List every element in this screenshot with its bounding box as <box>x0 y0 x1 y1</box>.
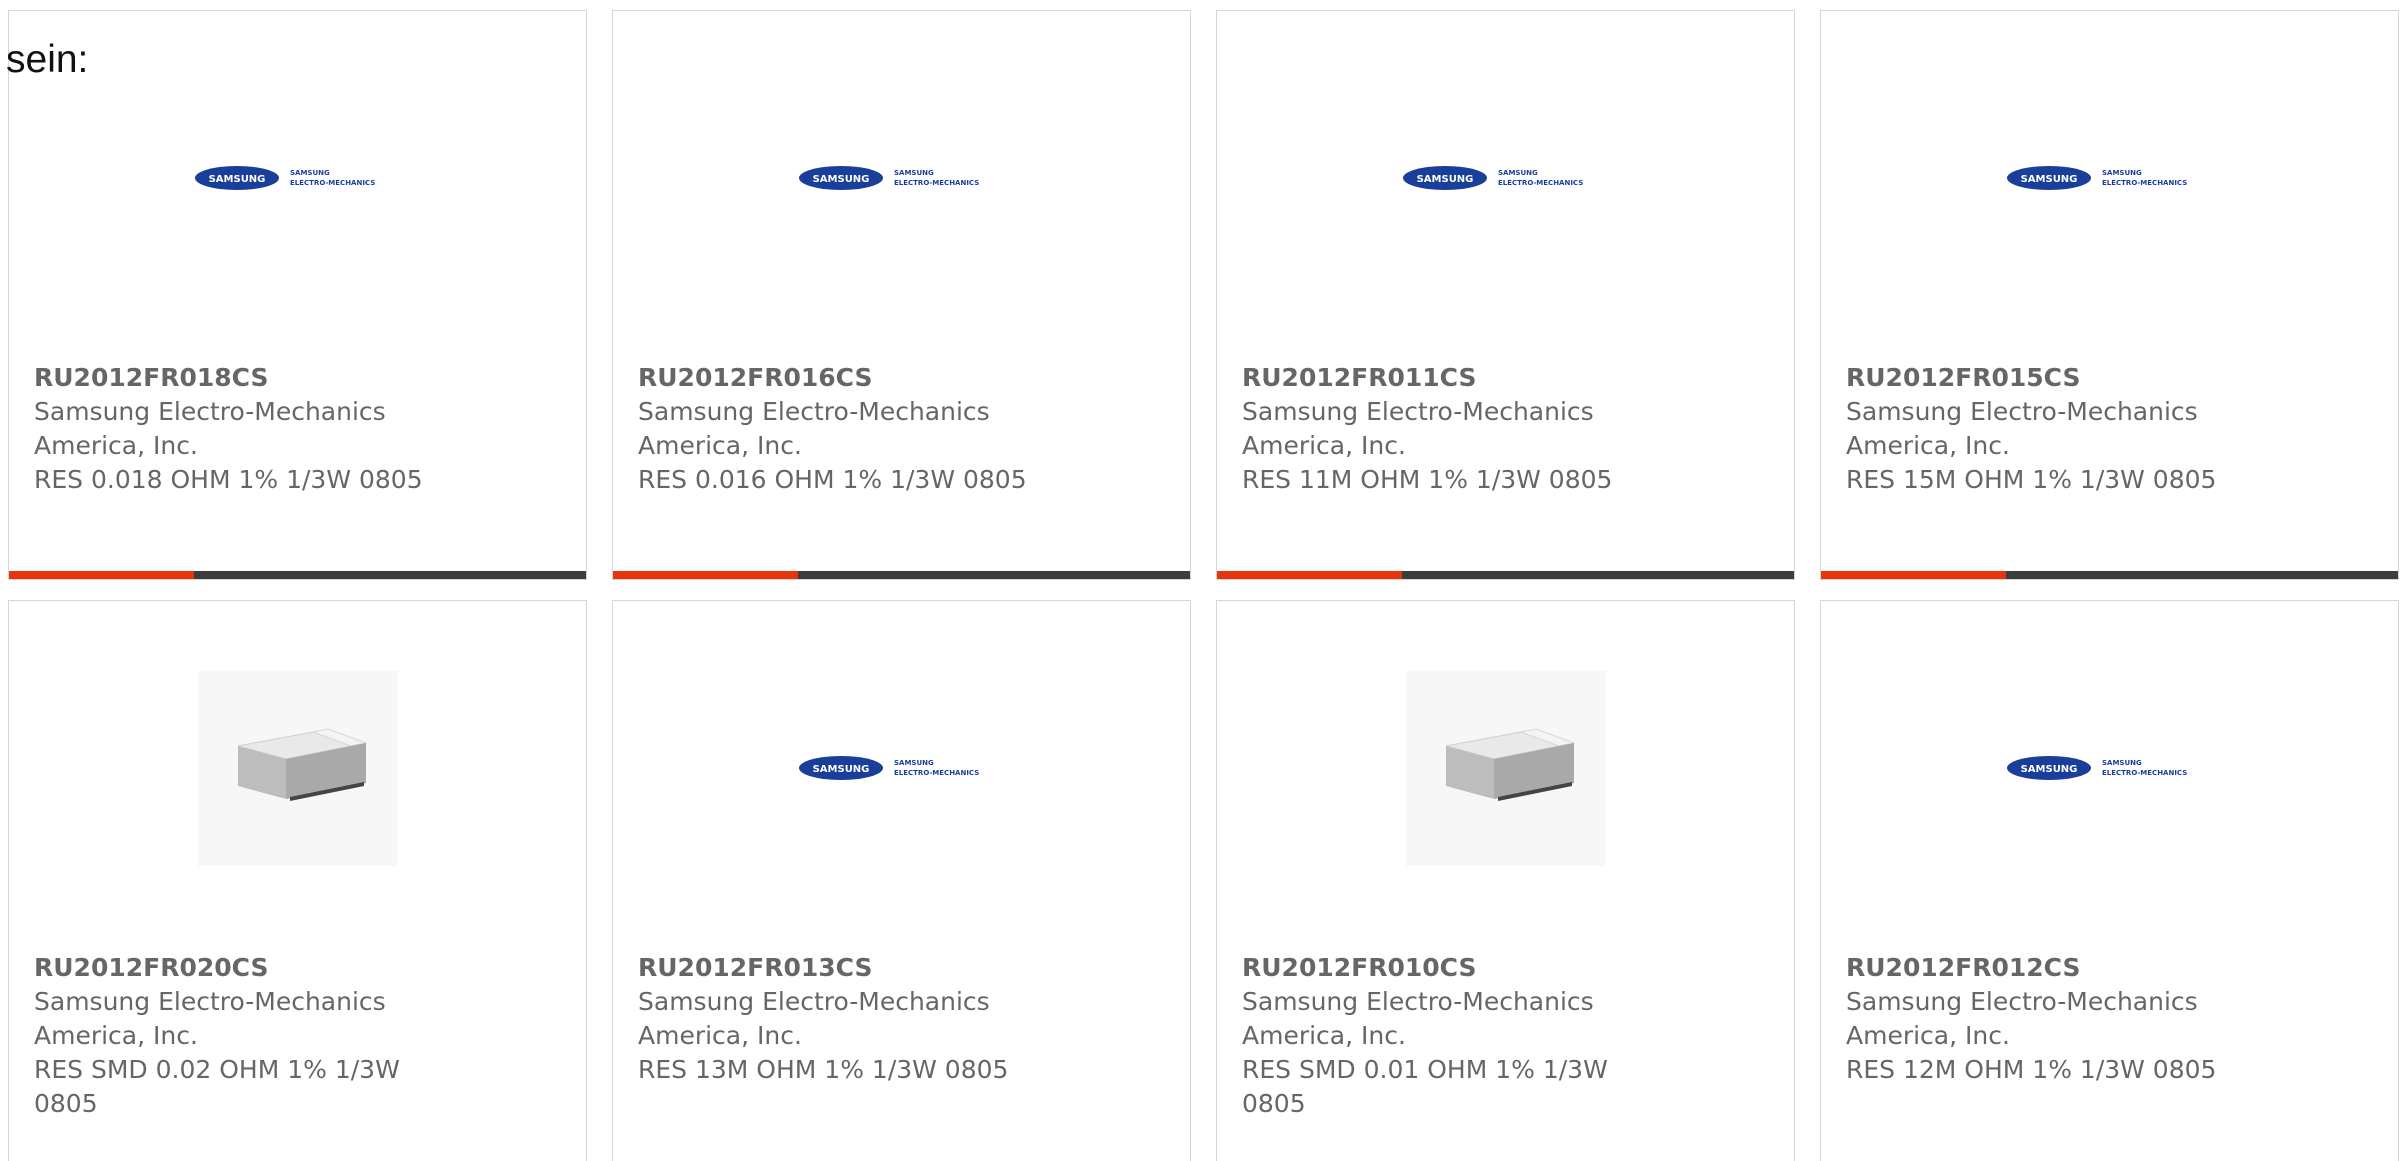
manufacturer: Samsung Electro-Mechanics America, Inc. <box>34 987 386 1050</box>
card-progress-bar <box>9 571 586 579</box>
manufacturer: Samsung Electro-Mechanics America, Inc. <box>638 987 990 1050</box>
samsung-logo-icon: SAMSUNG SAMSUNG ELECTRO-MECHANICS <box>2007 166 2187 190</box>
product-card[interactable]: SAMSUNG SAMSUNG ELECTRO-MECHANICS RU2012FR… <box>1216 10 1795 580</box>
card-progress-accent <box>9 571 194 579</box>
manufacturer: Samsung Electro-Mechanics America, Inc. <box>1846 987 2198 1050</box>
product-card[interactable]: SAMSUNG SAMSUNG ELECTRO-MECHANICS RU2012FR… <box>1820 600 2399 1161</box>
manufacturer: Samsung Electro-Mechanics America, Inc. <box>34 397 386 460</box>
product-card[interactable]: SAMSUNG SAMSUNG ELECTRO-MECHANICS RU2012FR… <box>612 600 1191 1161</box>
product-image[interactable] <box>9 668 586 868</box>
svg-text:SAMSUNG: SAMSUNG <box>1498 169 1538 177</box>
product-card[interactable]: SAMSUNG SAMSUNG ELECTRO-MECHANICS RU2012FR… <box>612 10 1191 580</box>
samsung-logo-icon: SAMSUNG SAMSUNG ELECTRO-MECHANICS <box>195 166 375 190</box>
description: RES 15M OHM 1% 1/3W 0805 <box>1846 465 2217 494</box>
card-progress-bar <box>613 571 1190 579</box>
part-number[interactable]: RU2012FR011CS <box>1242 361 1476 395</box>
manufacturer: Samsung Electro-Mechanics America, Inc. <box>638 397 990 460</box>
product-image[interactable]: SAMSUNG SAMSUNG ELECTRO-MECHANICS <box>613 78 1190 278</box>
svg-text:ELECTRO-MECHANICS: ELECTRO-MECHANICS <box>2102 179 2187 187</box>
product-image[interactable]: SAMSUNG SAMSUNG ELECTRO-MECHANICS <box>1821 668 2398 868</box>
svg-text:SAMSUNG: SAMSUNG <box>894 169 934 177</box>
chip-resistor-icon <box>1405 670 1606 866</box>
part-number[interactable]: RU2012FR010CS <box>1242 951 1476 985</box>
product-card[interactable]: SAMSUNG SAMSUNG ELECTRO-MECHANICS RU2012FR… <box>8 10 587 580</box>
svg-text:SAMSUNG: SAMSUNG <box>813 174 870 185</box>
part-number[interactable]: RU2012FR012CS <box>1846 951 2080 985</box>
part-number[interactable]: RU2012FR016CS <box>638 361 872 395</box>
svg-text:ELECTRO-MECHANICS: ELECTRO-MECHANICS <box>894 769 979 777</box>
product-card[interactable]: RU2012FR010CS Samsung Electro-Mechanics … <box>1216 600 1795 1161</box>
product-card[interactable]: RU2012FR020CS Samsung Electro-Mechanics … <box>8 600 587 1161</box>
card-progress-bar <box>1217 571 1794 579</box>
manufacturer: Samsung Electro-Mechanics America, Inc. <box>1846 397 2198 460</box>
svg-text:SAMSUNG: SAMSUNG <box>2021 174 2078 185</box>
svg-text:SAMSUNG: SAMSUNG <box>2102 759 2142 767</box>
card-progress-accent <box>1821 571 2006 579</box>
svg-text:SAMSUNG: SAMSUNG <box>894 759 934 767</box>
part-number[interactable]: RU2012FR013CS <box>638 951 872 985</box>
product-image[interactable]: SAMSUNG SAMSUNG ELECTRO-MECHANICS <box>613 668 1190 868</box>
svg-text:SAMSUNG: SAMSUNG <box>1417 174 1474 185</box>
description: RES 13M OHM 1% 1/3W 0805 <box>638 1055 1009 1084</box>
svg-text:ELECTRO-MECHANICS: ELECTRO-MECHANICS <box>1498 179 1583 187</box>
description: RES 11M OHM 1% 1/3W 0805 <box>1242 465 1613 494</box>
svg-text:SAMSUNG: SAMSUNG <box>2021 764 2078 775</box>
description: RES 12M OHM 1% 1/3W 0805 <box>1846 1055 2217 1084</box>
product-image[interactable]: SAMSUNG SAMSUNG ELECTRO-MECHANICS <box>1821 78 2398 278</box>
svg-text:SAMSUNG: SAMSUNG <box>290 169 330 177</box>
part-number[interactable]: RU2012FR020CS <box>34 951 268 985</box>
part-number[interactable]: RU2012FR018CS <box>34 361 268 395</box>
svg-text:ELECTRO-MECHANICS: ELECTRO-MECHANICS <box>894 179 979 187</box>
product-image[interactable] <box>1217 668 1794 868</box>
samsung-logo-icon: SAMSUNG SAMSUNG ELECTRO-MECHANICS <box>799 756 979 780</box>
svg-text:ELECTRO-MECHANICS: ELECTRO-MECHANICS <box>2102 769 2187 777</box>
product-image[interactable]: SAMSUNG SAMSUNG ELECTRO-MECHANICS <box>1217 78 1794 278</box>
chip-resistor-icon <box>197 670 398 866</box>
page-label: sein: <box>6 38 89 81</box>
manufacturer: Samsung Electro-Mechanics America, Inc. <box>1242 987 1594 1050</box>
description: RES SMD 0.01 OHM 1% 1/3W 0805 <box>1242 1055 1608 1118</box>
svg-text:SAMSUNG: SAMSUNG <box>813 764 870 775</box>
svg-text:SAMSUNG: SAMSUNG <box>209 174 266 185</box>
card-progress-accent <box>1217 571 1402 579</box>
product-image[interactable]: SAMSUNG SAMSUNG ELECTRO-MECHANICS <box>9 78 586 278</box>
description: RES 0.018 OHM 1% 1/3W 0805 <box>34 465 423 494</box>
manufacturer: Samsung Electro-Mechanics America, Inc. <box>1242 397 1594 460</box>
description: RES SMD 0.02 OHM 1% 1/3W 0805 <box>34 1055 400 1118</box>
samsung-logo-icon: SAMSUNG SAMSUNG ELECTRO-MECHANICS <box>799 166 979 190</box>
product-card[interactable]: SAMSUNG SAMSUNG ELECTRO-MECHANICS RU2012FR… <box>1820 10 2399 580</box>
svg-text:ELECTRO-MECHANICS: ELECTRO-MECHANICS <box>290 179 375 187</box>
part-number[interactable]: RU2012FR015CS <box>1846 361 2080 395</box>
description: RES 0.016 OHM 1% 1/3W 0805 <box>638 465 1027 494</box>
svg-text:SAMSUNG: SAMSUNG <box>2102 169 2142 177</box>
samsung-logo-icon: SAMSUNG SAMSUNG ELECTRO-MECHANICS <box>1403 166 1583 190</box>
card-progress-accent <box>613 571 798 579</box>
samsung-logo-icon: SAMSUNG SAMSUNG ELECTRO-MECHANICS <box>2007 756 2187 780</box>
card-progress-bar <box>1821 571 2398 579</box>
